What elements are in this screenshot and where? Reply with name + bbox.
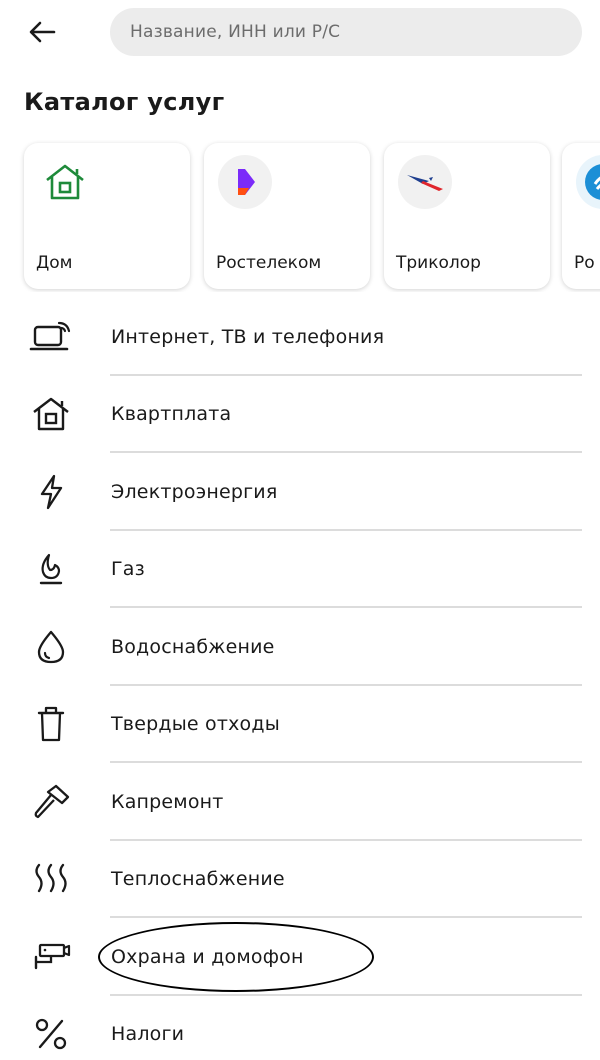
laptop-wifi-icon bbox=[28, 317, 74, 357]
provider-carousel[interactable]: Дом Ростелеком Триколор Ро bbox=[0, 140, 600, 292]
house-icon bbox=[28, 394, 74, 434]
gas-flame-icon bbox=[28, 549, 74, 589]
lightning-icon bbox=[28, 472, 74, 512]
list-item-gas[interactable]: Газ bbox=[0, 531, 600, 608]
page-title: Каталог услуг bbox=[24, 88, 225, 116]
rostelecom-logo bbox=[218, 155, 272, 209]
list-item-label: Водоснабжение bbox=[111, 635, 275, 658]
card-label: Ро bbox=[574, 253, 595, 273]
list-item-label: Газ bbox=[111, 558, 145, 581]
trash-icon bbox=[28, 704, 74, 744]
search-input[interactable]: Название, ИНН или Р/С bbox=[110, 8, 582, 56]
percent-icon bbox=[28, 1014, 74, 1054]
partial-logo bbox=[576, 155, 600, 209]
list-item-label: Капремонт bbox=[111, 790, 224, 813]
card-label: Триколор bbox=[396, 253, 481, 273]
list-item-electricity[interactable]: Электроэнергия bbox=[0, 453, 600, 531]
back-button[interactable] bbox=[22, 14, 62, 50]
list-item-water[interactable]: Водоснабжение bbox=[0, 608, 600, 686]
card-tricolor[interactable]: Триколор bbox=[384, 143, 550, 289]
card-home[interactable]: Дом bbox=[24, 143, 190, 289]
list-item-label: Электроэнергия bbox=[111, 480, 278, 503]
security-camera-icon bbox=[28, 937, 74, 977]
hammer-icon bbox=[28, 782, 74, 822]
list-item-label: Твердые отходы bbox=[111, 713, 280, 736]
list-item-label: Теплоснабжение bbox=[111, 868, 285, 891]
card-rostelecom[interactable]: Ростелеком bbox=[204, 143, 370, 289]
list-item-security[interactable]: Охрана и домофон bbox=[0, 918, 600, 996]
list-item-label: Квартплата bbox=[111, 403, 232, 426]
list-item-label: Налоги bbox=[111, 1023, 185, 1046]
top-bar: Название, ИНН или Р/С bbox=[0, 0, 600, 70]
list-item-heating[interactable]: Теплоснабжение bbox=[0, 841, 600, 918]
card-label: Дом bbox=[36, 253, 73, 273]
category-list: Интернет, ТВ и телефония Квартплата Элек… bbox=[0, 298, 600, 1060]
list-item-kvartplata[interactable]: Квартплата bbox=[0, 376, 600, 453]
tricolor-logo bbox=[398, 155, 452, 209]
list-item-label: Интернет, ТВ и телефония bbox=[111, 325, 385, 348]
card-label: Ростелеком bbox=[216, 253, 322, 273]
home-icon bbox=[38, 155, 92, 209]
list-item-internet[interactable]: Интернет, ТВ и телефония bbox=[0, 298, 600, 376]
water-drop-icon bbox=[28, 627, 74, 667]
list-item-taxes[interactable]: Налоги bbox=[0, 996, 600, 1060]
heat-waves-icon bbox=[28, 859, 74, 899]
search-placeholder: Название, ИНН или Р/С bbox=[130, 22, 341, 42]
card-partial[interactable]: Ро bbox=[562, 143, 600, 289]
arrow-left-icon bbox=[29, 21, 56, 43]
list-item-label: Охрана и домофон bbox=[111, 945, 304, 968]
list-item-repair[interactable]: Капремонт bbox=[0, 763, 600, 841]
list-item-waste[interactable]: Твердые отходы bbox=[0, 686, 600, 763]
